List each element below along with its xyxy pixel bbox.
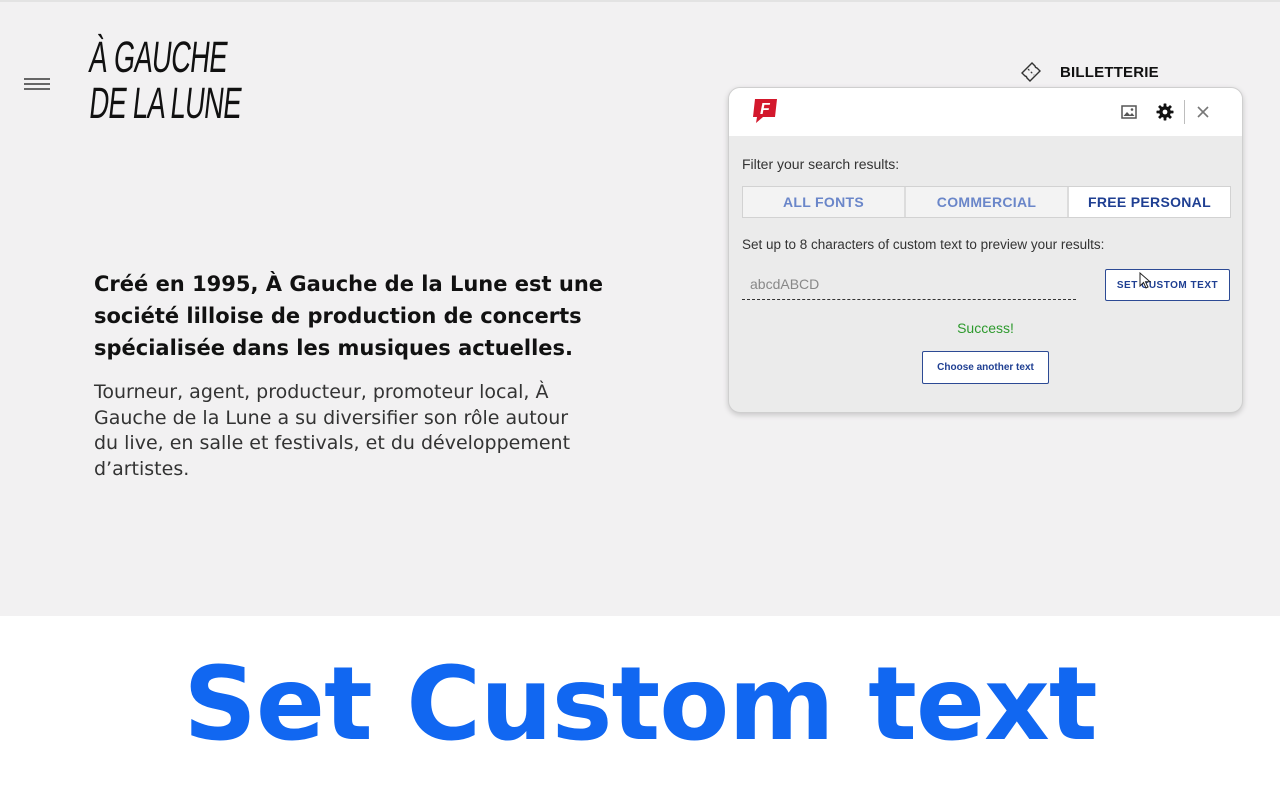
logo-line-2: DE LA LUNE [86, 79, 244, 128]
promo-caption: Set Custom text [183, 645, 1097, 764]
ticket-icon [1021, 62, 1041, 82]
image-icon[interactable] [1119, 102, 1139, 122]
set-custom-text-button[interactable]: SET CUSTOM TEXT [1105, 269, 1230, 301]
header-divider [1184, 100, 1185, 124]
tab-all-fonts[interactable]: ALL FONTS [743, 187, 904, 217]
mouse-cursor-icon [1139, 272, 1152, 289]
font-extension-popup: F Filter your search results: ALL FONTS [728, 87, 1243, 413]
gear-icon[interactable] [1155, 102, 1175, 122]
filter-tabs: ALL FONTS COMMERCIAL FREE PERSONAL [742, 186, 1231, 218]
ticketing-link[interactable]: BILLETTERIE [1018, 59, 1159, 85]
tab-commercial[interactable]: COMMERCIAL [906, 187, 1067, 217]
site-logo[interactable]: À GAUCHE DE LA LUNE [87, 30, 244, 134]
tab-free-personal[interactable]: FREE PERSONAL [1069, 187, 1230, 217]
svg-text:F: F [760, 101, 771, 118]
popup-header: F [729, 88, 1242, 136]
intro-body: Tourneur, agent, producteur, promoteur l… [94, 381, 571, 480]
custom-text-label: Set up to 8 characters of custom text to… [742, 237, 1105, 252]
filter-label: Filter your search results: [742, 156, 900, 172]
logo-line-1: À GAUCHE [86, 33, 230, 82]
f-logo-icon: F [753, 99, 777, 123]
ticketing-label: BILLETTERIE [1060, 63, 1159, 81]
close-icon[interactable] [1193, 102, 1213, 122]
intro-heading: Créé en 1995, À Gauche de la Lune est un… [94, 272, 604, 360]
custom-text-input[interactable] [742, 269, 1076, 300]
menu-icon[interactable] [24, 78, 50, 90]
choose-another-text-button[interactable]: Choose another text [922, 351, 1049, 384]
success-message: Success! [957, 320, 1014, 336]
